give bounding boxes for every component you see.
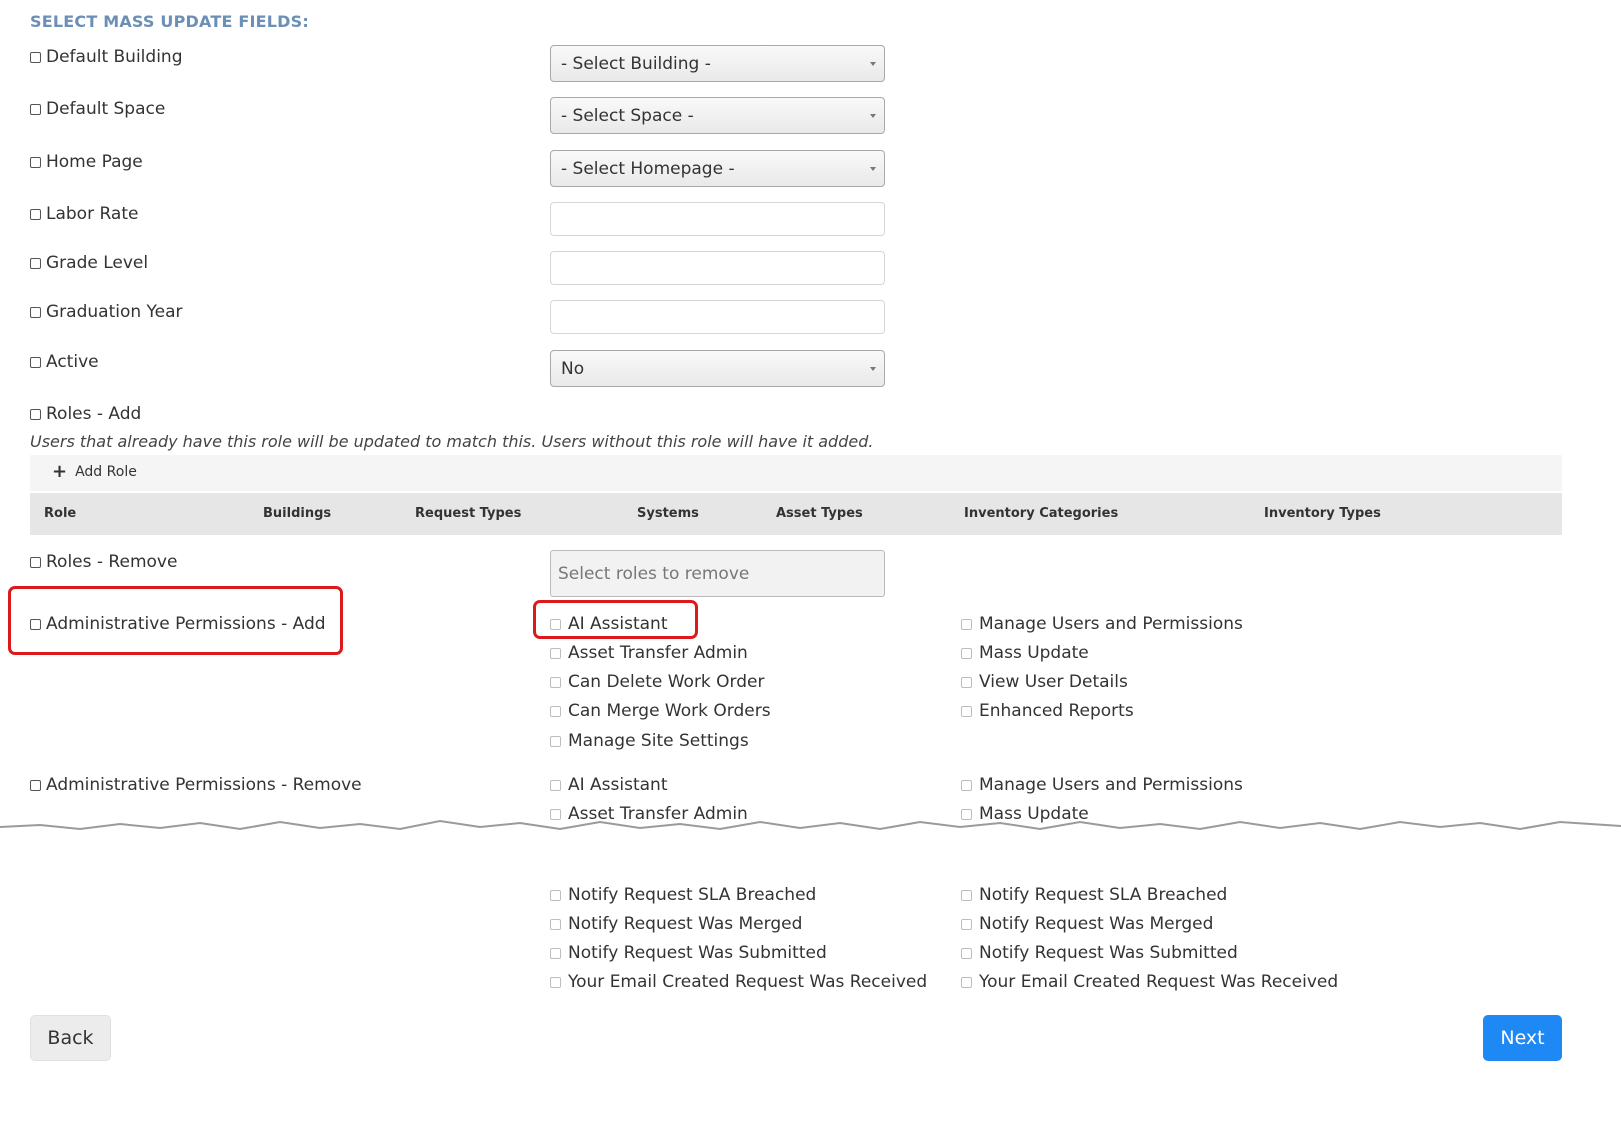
checkbox[interactable] xyxy=(961,947,972,959)
notify-request-merged[interactable]: Notify Request Was Merged xyxy=(550,914,802,934)
homepage-select[interactable]: - Select Homepage - xyxy=(550,150,885,187)
checkbox[interactable] xyxy=(550,947,561,959)
add-role-button[interactable]: + Add Role xyxy=(52,463,137,481)
roles-add-label[interactable]: Roles - Add xyxy=(30,404,141,424)
perm-mass-update[interactable]: Mass Update xyxy=(961,643,1089,663)
checkbox[interactable] xyxy=(550,647,561,659)
graduation-year-checkbox[interactable] xyxy=(30,306,41,318)
chevron-down-icon xyxy=(870,167,876,171)
checkbox[interactable] xyxy=(961,918,972,930)
roles-remove-input[interactable]: Select roles to remove xyxy=(550,550,885,597)
checkbox[interactable] xyxy=(550,676,561,688)
checkbox[interactable] xyxy=(961,705,972,717)
labor-rate-input[interactable] xyxy=(550,202,885,236)
column-header-systems: Systems xyxy=(637,506,699,521)
page-title: SELECT MASS UPDATE FIELDS: xyxy=(30,12,309,31)
checkbox[interactable] xyxy=(550,705,561,717)
notify-email-request-received[interactable]: Your Email Created Request Was Received xyxy=(961,972,1338,992)
next-button[interactable]: Next xyxy=(1483,1015,1562,1061)
labor-rate-label[interactable]: Labor Rate xyxy=(30,204,138,224)
perm-enhanced-reports[interactable]: Enhanced Reports xyxy=(961,701,1134,721)
default-building-label[interactable]: Default Building xyxy=(30,47,182,67)
home-page-label[interactable]: Home Page xyxy=(30,152,143,172)
grade-level-input[interactable] xyxy=(550,251,885,285)
perm-can-delete-work-order[interactable]: Can Delete Work Order xyxy=(550,672,765,692)
checkbox[interactable] xyxy=(550,735,561,747)
perm-manage-users[interactable]: Manage Users and Permissions xyxy=(961,614,1243,634)
grade-level-label[interactable]: Grade Level xyxy=(30,253,148,273)
checkbox[interactable] xyxy=(550,976,561,988)
notify-request-submitted[interactable]: Notify Request Was Submitted xyxy=(961,943,1238,963)
torn-edge-divider xyxy=(0,819,1621,865)
checkbox[interactable] xyxy=(550,618,561,630)
perm-ai-assistant[interactable]: AI Assistant xyxy=(550,614,668,634)
column-header-inventory-categories: Inventory Categories xyxy=(964,506,1119,521)
checkbox[interactable] xyxy=(961,889,972,901)
add-role-bar xyxy=(30,455,1562,491)
perm-asset-transfer-admin[interactable]: Asset Transfer Admin xyxy=(550,643,748,663)
column-header-request-types: Request Types xyxy=(415,506,522,521)
perm-manage-users[interactable]: Manage Users and Permissions xyxy=(961,775,1243,795)
default-space-checkbox[interactable] xyxy=(30,103,41,115)
default-space-label[interactable]: Default Space xyxy=(30,99,165,119)
admin-add-label[interactable]: Administrative Permissions - Add xyxy=(30,614,326,634)
notify-sla-breached[interactable]: Notify Request SLA Breached xyxy=(961,885,1227,905)
perm-can-merge-work-orders[interactable]: Can Merge Work Orders xyxy=(550,701,771,721)
notify-email-request-received[interactable]: Your Email Created Request Was Received xyxy=(550,972,927,992)
chevron-down-icon xyxy=(870,62,876,66)
grade-level-checkbox[interactable] xyxy=(30,257,41,269)
graduation-year-input[interactable] xyxy=(550,300,885,334)
plus-icon: + xyxy=(52,461,68,482)
checkbox[interactable] xyxy=(961,647,972,659)
admin-remove-label[interactable]: Administrative Permissions - Remove xyxy=(30,775,362,795)
space-select[interactable]: - Select Space - xyxy=(550,97,885,134)
perm-manage-site-settings[interactable]: Manage Site Settings xyxy=(550,731,749,751)
perm-ai-assistant[interactable]: AI Assistant xyxy=(550,775,668,795)
default-building-checkbox[interactable] xyxy=(30,51,41,63)
back-button[interactable]: Back xyxy=(30,1015,111,1061)
column-header-inventory-types: Inventory Types xyxy=(1264,506,1381,521)
roles-add-checkbox[interactable] xyxy=(30,408,41,420)
active-label[interactable]: Active xyxy=(30,352,99,372)
checkbox[interactable] xyxy=(961,676,972,688)
checkbox[interactable] xyxy=(550,918,561,930)
chevron-down-icon xyxy=(870,367,876,371)
building-select[interactable]: - Select Building - xyxy=(550,45,885,82)
column-header-role: Role xyxy=(44,506,77,521)
column-header-buildings: Buildings xyxy=(263,506,332,521)
labor-rate-checkbox[interactable] xyxy=(30,208,41,220)
checkbox[interactable] xyxy=(550,779,561,791)
checkbox[interactable] xyxy=(961,618,972,630)
notify-request-merged[interactable]: Notify Request Was Merged xyxy=(961,914,1213,934)
graduation-year-label[interactable]: Graduation Year xyxy=(30,302,183,322)
roles-remove-label[interactable]: Roles - Remove xyxy=(30,552,177,572)
checkbox[interactable] xyxy=(550,889,561,901)
roles-add-note: Users that already have this role will b… xyxy=(30,432,874,451)
notify-request-submitted[interactable]: Notify Request Was Submitted xyxy=(550,943,827,963)
active-select[interactable]: No xyxy=(550,350,885,387)
checkbox[interactable] xyxy=(961,779,972,791)
column-header-asset-types: Asset Types xyxy=(776,506,863,521)
admin-add-checkbox[interactable] xyxy=(30,618,41,630)
admin-remove-checkbox[interactable] xyxy=(30,779,41,791)
checkbox[interactable] xyxy=(961,976,972,988)
home-page-checkbox[interactable] xyxy=(30,156,41,168)
notify-sla-breached[interactable]: Notify Request SLA Breached xyxy=(550,885,816,905)
perm-view-user-details[interactable]: View User Details xyxy=(961,672,1128,692)
roles-remove-checkbox[interactable] xyxy=(30,556,41,568)
active-checkbox[interactable] xyxy=(30,356,41,368)
chevron-down-icon xyxy=(870,114,876,118)
